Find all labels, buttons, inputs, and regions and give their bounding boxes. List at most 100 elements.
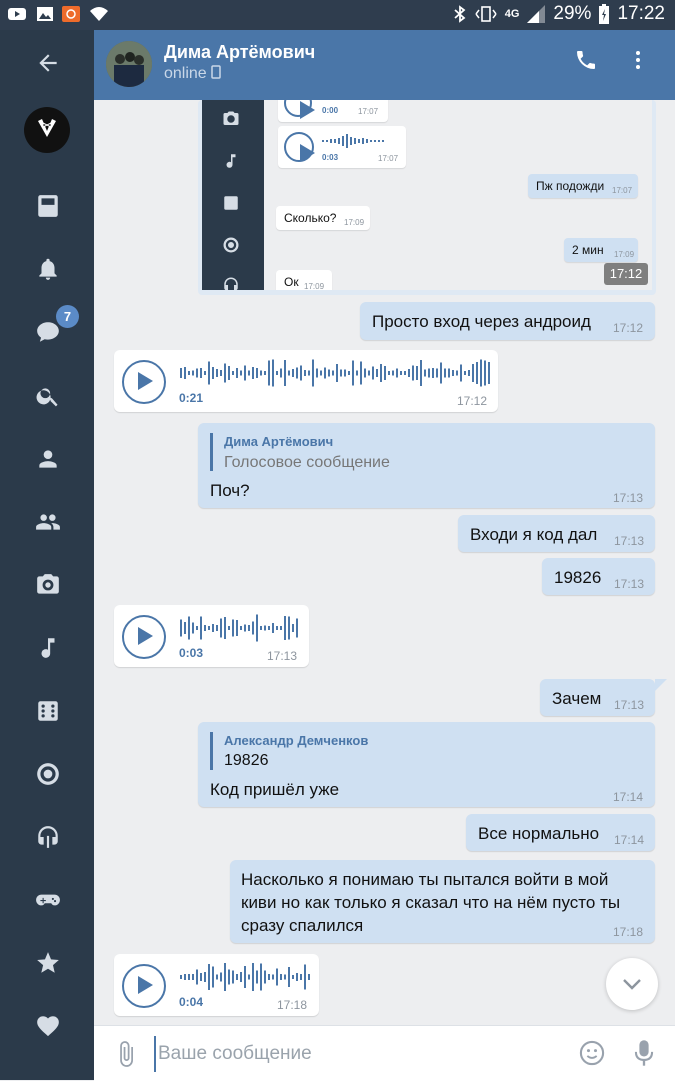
waveform-bar bbox=[228, 969, 230, 985]
waveform-bar bbox=[232, 970, 234, 984]
sidebar-item-friends[interactable] bbox=[32, 443, 64, 475]
waveform-bar bbox=[360, 361, 362, 385]
sidebar-item-games-apps[interactable] bbox=[32, 695, 64, 727]
sidebar-item-music[interactable] bbox=[32, 632, 64, 664]
waveform-bar bbox=[268, 974, 270, 980]
waveform-bar bbox=[464, 371, 466, 375]
mini-target-icon bbox=[222, 236, 242, 256]
waveform-bar bbox=[296, 618, 298, 638]
waveform-bar bbox=[244, 624, 246, 632]
mini-music-icon bbox=[222, 152, 242, 172]
chevron-down-icon bbox=[623, 979, 641, 990]
youtube-icon bbox=[8, 8, 26, 20]
sidebar-item-bookmarks[interactable] bbox=[32, 947, 64, 979]
mini-voice-message: 0:03 17:07 bbox=[278, 126, 406, 168]
waveform-bar bbox=[284, 616, 286, 640]
voice-waveform[interactable] bbox=[180, 358, 490, 388]
waveform-bar bbox=[220, 972, 222, 982]
voice-message[interactable]: 0:03 17:13 bbox=[114, 605, 309, 667]
sidebar-item-news[interactable] bbox=[32, 190, 64, 222]
outgoing-message[interactable]: Зачем 17:13 bbox=[540, 679, 655, 716]
waveform-bar bbox=[192, 622, 194, 634]
waveform-bar bbox=[256, 368, 258, 378]
sidebar-item-gamepad[interactable] bbox=[32, 884, 64, 916]
waveform-bar bbox=[436, 368, 438, 378]
waveform-bar bbox=[232, 619, 234, 637]
screenshot-image: 0:00 17:07 0:03 17:07 Пж подожди 17:07 С… bbox=[202, 100, 652, 290]
play-button[interactable] bbox=[122, 360, 166, 404]
profile-avatar[interactable] bbox=[24, 107, 70, 153]
outgoing-message[interactable]: Входи я код дал 17:13 bbox=[458, 515, 655, 552]
waveform-bar bbox=[268, 360, 270, 386]
more-options-button[interactable] bbox=[626, 48, 650, 72]
waveform-bar bbox=[348, 371, 350, 375]
emoji-icon[interactable] bbox=[578, 1039, 606, 1067]
waveform-bar bbox=[204, 972, 206, 982]
waveform-bar bbox=[392, 370, 394, 376]
sidebar-item-podcasts[interactable] bbox=[32, 821, 64, 853]
waveform-bar bbox=[368, 370, 370, 376]
waveform-bar bbox=[280, 368, 282, 378]
waveform-bar bbox=[272, 974, 274, 980]
outgoing-message[interactable]: Все нормально 17:14 bbox=[466, 814, 655, 851]
waveform-bar bbox=[488, 362, 490, 384]
waveform-bar bbox=[272, 359, 274, 387]
play-button[interactable] bbox=[122, 615, 166, 659]
sidebar-item-live[interactable] bbox=[32, 758, 64, 790]
waveform-bar bbox=[216, 369, 218, 377]
search-icon bbox=[36, 388, 58, 407]
call-button[interactable] bbox=[574, 48, 598, 72]
outgoing-reply-message[interactable]: Александр Демченков 19826 Код пришёл уже… bbox=[198, 722, 655, 807]
online-status: online bbox=[164, 65, 221, 83]
waveform-bar bbox=[284, 974, 286, 980]
contact-name[interactable]: Дима Артёмович bbox=[164, 42, 315, 63]
vibrate-icon bbox=[475, 6, 497, 22]
waveform-bar bbox=[316, 368, 318, 378]
music-icon bbox=[41, 638, 55, 658]
sidebar-item-search[interactable] bbox=[32, 380, 64, 412]
outgoing-message[interactable]: Насколько я понимаю ты пытался войти в м… bbox=[230, 860, 655, 943]
group-icon bbox=[36, 514, 60, 530]
waveform-bar bbox=[224, 963, 226, 991]
waveform-bar bbox=[240, 370, 242, 376]
waveform-bar bbox=[404, 371, 406, 375]
network-type: 4G bbox=[504, 8, 520, 20]
voice-message[interactable]: 0:21 17:12 bbox=[114, 350, 498, 412]
waveform-bar bbox=[256, 970, 258, 984]
attach-icon[interactable] bbox=[112, 1040, 140, 1068]
waveform-bar bbox=[232, 371, 234, 375]
mini-incoming-message: Сколько? 17:09 bbox=[276, 206, 370, 230]
mini-outgoing-message: Пж подожди 17:07 bbox=[528, 174, 638, 198]
contact-avatar[interactable] bbox=[106, 41, 152, 87]
waveform-bar bbox=[180, 368, 182, 378]
waveform-bar bbox=[340, 369, 342, 377]
waveform-bar bbox=[180, 619, 182, 637]
waveform-bar bbox=[288, 370, 290, 376]
screenshot-attachment[interactable]: 0:00 17:07 0:03 17:07 Пж подожди 17:07 С… bbox=[198, 100, 656, 295]
waveform-bar bbox=[216, 625, 218, 631]
battery-percent: 29% bbox=[553, 3, 592, 24]
waveform-bar bbox=[412, 365, 414, 381]
waveform-bar bbox=[468, 370, 470, 376]
back-button[interactable] bbox=[32, 47, 64, 79]
dice-icon bbox=[38, 701, 58, 721]
sidebar-item-groups[interactable] bbox=[32, 506, 64, 538]
sidebar-item-favorites[interactable] bbox=[32, 1010, 64, 1042]
voice-waveform[interactable] bbox=[180, 962, 310, 992]
outgoing-reply-message[interactable]: Дима Артёмович Голосовое сообщение Поч? … bbox=[198, 423, 655, 508]
waveform-bar bbox=[320, 370, 322, 376]
scroll-to-bottom-button[interactable] bbox=[606, 958, 658, 1010]
voice-waveform[interactable] bbox=[180, 613, 300, 643]
voice-message[interactable]: 0:04 17:18 bbox=[114, 954, 319, 1016]
bluetooth-icon bbox=[454, 5, 466, 23]
microphone-icon[interactable] bbox=[630, 1038, 658, 1068]
sidebar-item-notifications[interactable] bbox=[32, 253, 64, 285]
waveform-bar bbox=[212, 367, 214, 379]
outgoing-message[interactable]: 19826 17:13 bbox=[542, 558, 655, 595]
message-input[interactable] bbox=[154, 1036, 560, 1072]
outgoing-message[interactable]: Просто вход через андроид 17:12 bbox=[360, 302, 655, 340]
play-button[interactable] bbox=[122, 964, 166, 1008]
sidebar-item-photos[interactable] bbox=[32, 569, 64, 601]
waveform-bar bbox=[180, 975, 182, 979]
waveform-bar bbox=[384, 366, 386, 380]
